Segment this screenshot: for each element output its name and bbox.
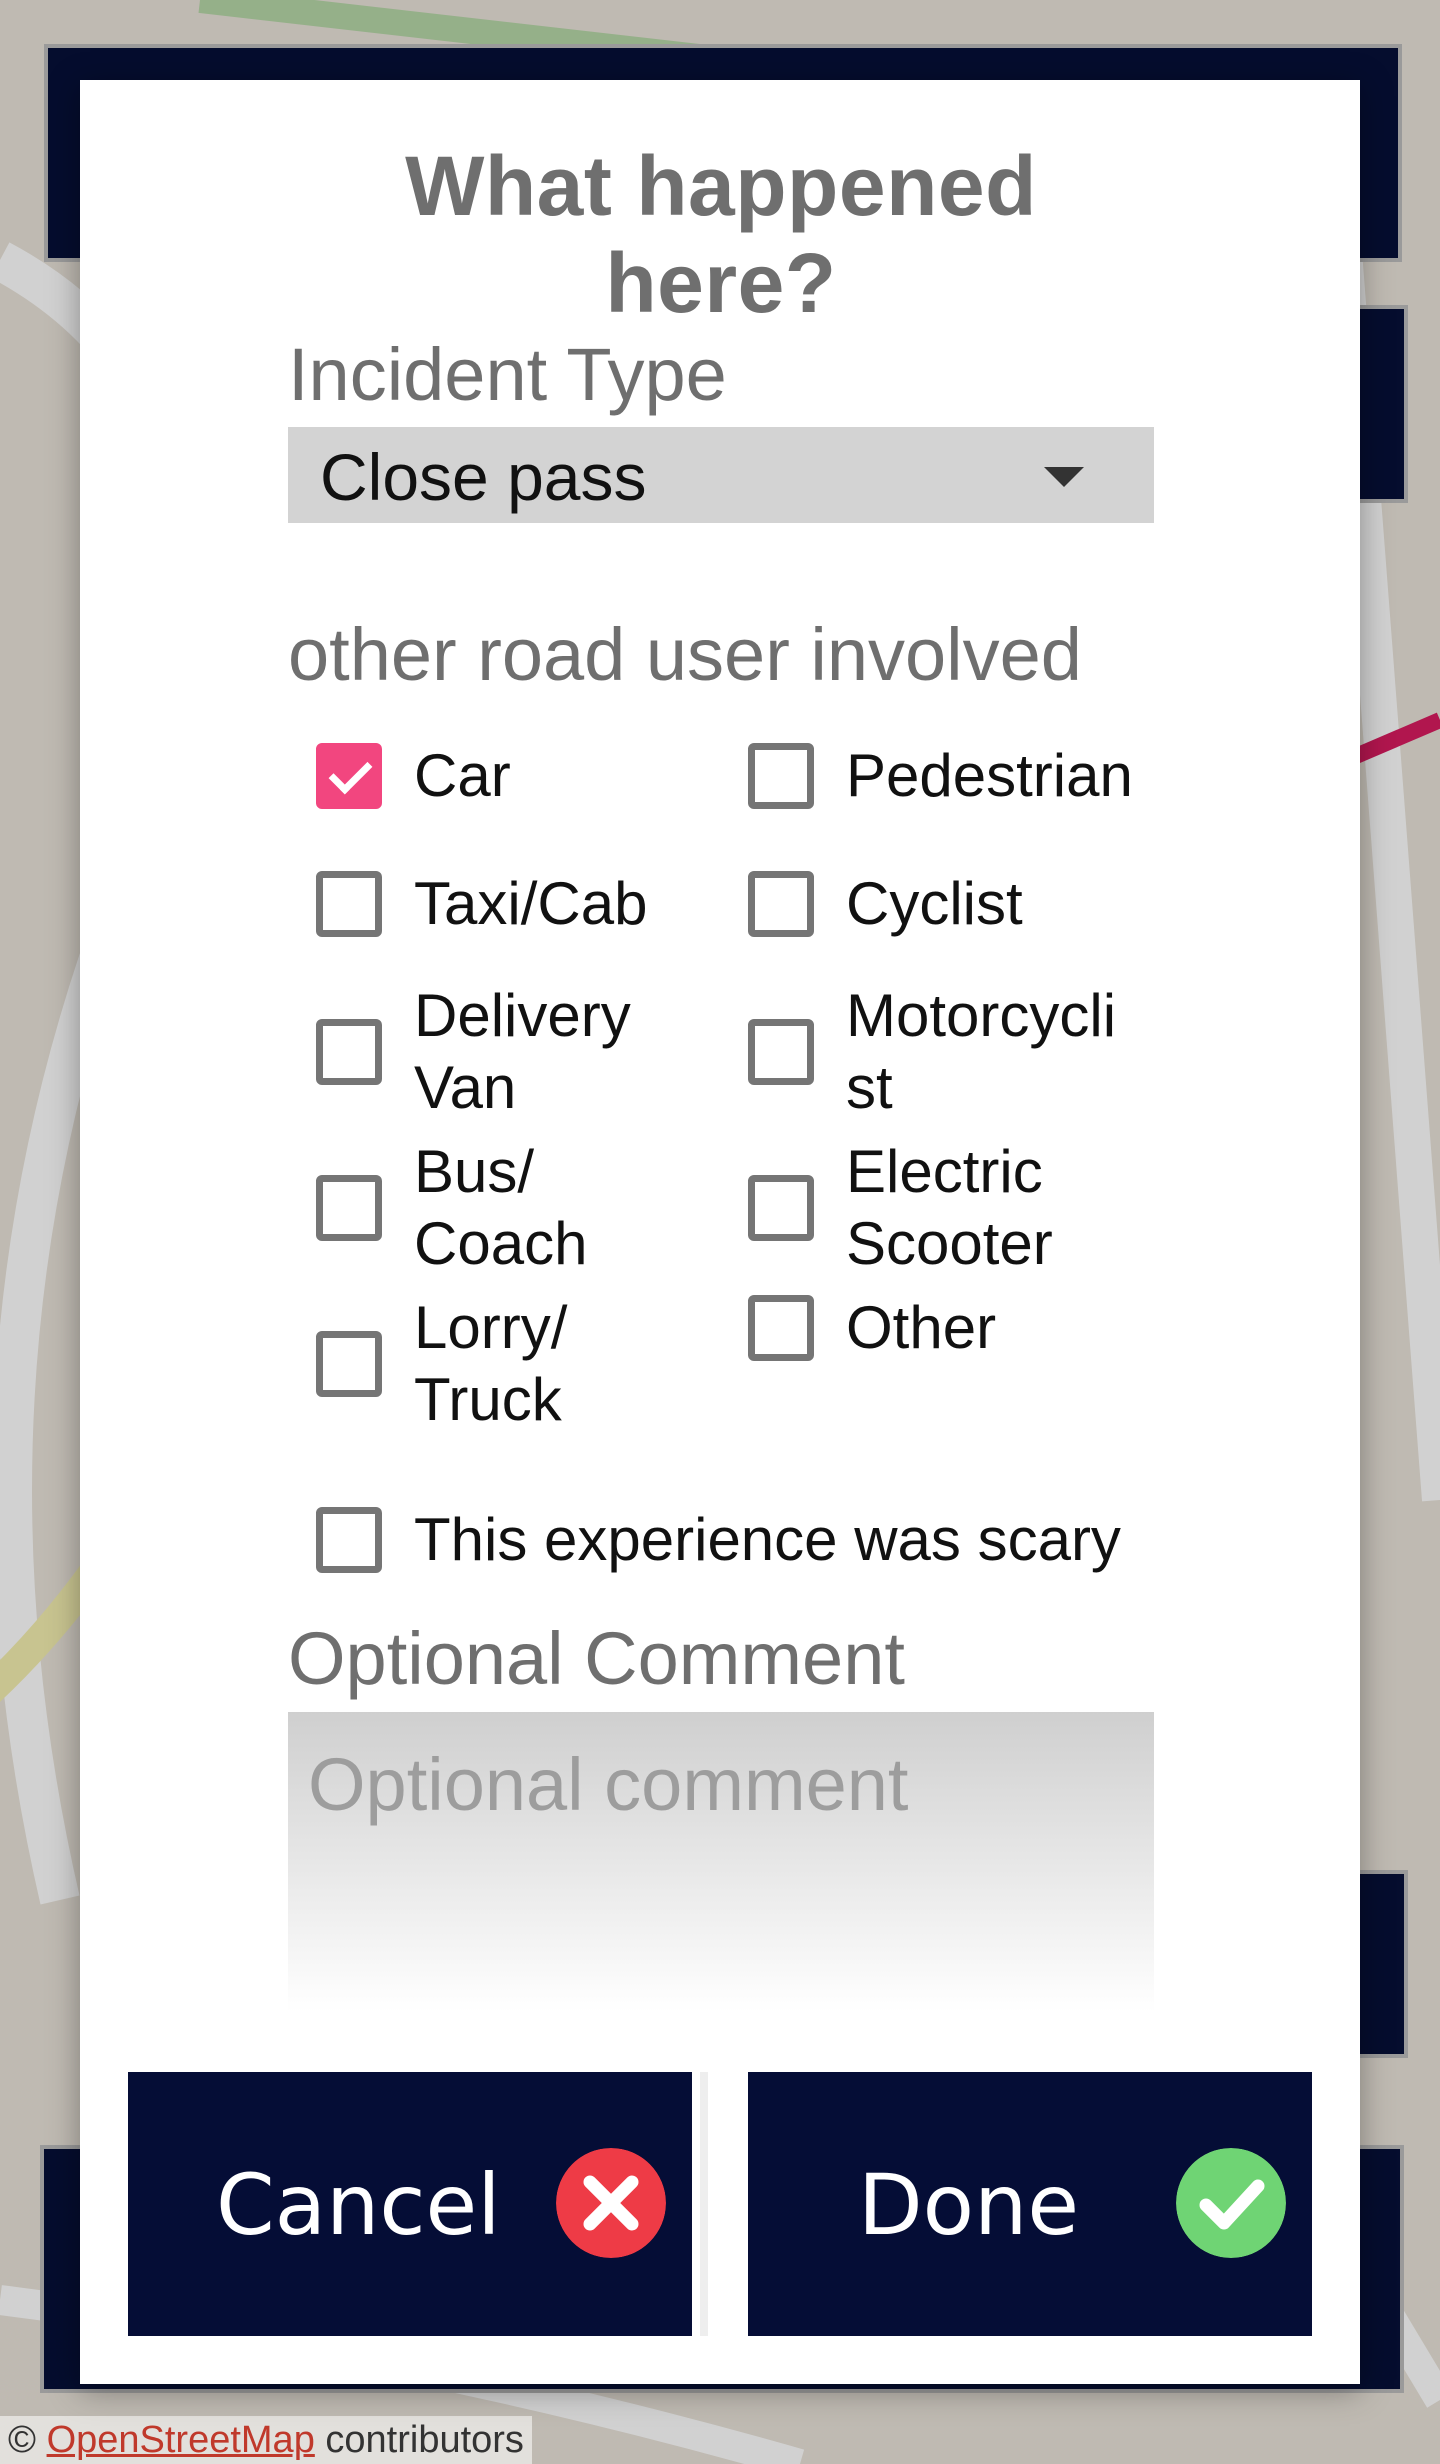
- car-checkbox[interactable]: [316, 743, 382, 809]
- bus-coach-checkbox[interactable]: [316, 1175, 382, 1241]
- delivery-van-label: Delivery Van: [414, 982, 631, 1121]
- lorry-truck-checkbox[interactable]: [316, 1331, 382, 1397]
- option-motorcyclist[interactable]: Motorcycli st: [748, 980, 1116, 1124]
- incident-dialog: What happened here? Incident Type Close …: [80, 80, 1360, 2384]
- option-delivery-van[interactable]: Delivery Van: [316, 980, 631, 1124]
- other-label: Other: [846, 1294, 997, 1361]
- cancel-button[interactable]: Cancel: [128, 2072, 692, 2336]
- scary-checkbox[interactable]: [316, 1507, 382, 1573]
- road-user-label: other road user involved: [288, 613, 1082, 696]
- scary-label: This experience was scary: [414, 1506, 1121, 1573]
- incident-type-value: Close pass: [320, 440, 647, 514]
- option-lorry-truck[interactable]: Lorry/ Truck: [316, 1292, 567, 1436]
- pedestrian-label: Pedestrian: [846, 742, 1133, 809]
- comment-input[interactable]: Optional comment: [288, 1712, 1154, 2012]
- incident-type-select[interactable]: Close pass: [288, 427, 1154, 523]
- car-label: Car: [414, 742, 511, 809]
- bus-coach-label: Bus/ Coach: [414, 1138, 588, 1277]
- done-button[interactable]: Done: [748, 2072, 1312, 2336]
- option-other[interactable]: Other: [748, 1292, 996, 1364]
- option-bus-coach[interactable]: Bus/ Coach: [316, 1136, 587, 1280]
- copyright-symbol: ©: [8, 2419, 36, 2461]
- motorcyclist-checkbox[interactable]: [748, 1019, 814, 1085]
- option-taxi[interactable]: Taxi/Cab: [316, 868, 647, 940]
- taxi-label: Taxi/Cab: [414, 870, 648, 937]
- lorry-truck-label: Lorry/ Truck: [414, 1294, 568, 1433]
- cancel-label: Cancel: [216, 2156, 501, 2254]
- delivery-van-checkbox[interactable]: [316, 1019, 382, 1085]
- button-divider: [700, 2072, 708, 2336]
- done-label: Done: [858, 2156, 1079, 2254]
- dropdown-arrow-icon: [1044, 467, 1084, 487]
- option-cyclist[interactable]: Cyclist: [748, 868, 1023, 940]
- incident-type-label: Incident Type: [288, 333, 727, 416]
- option-car[interactable]: Car: [316, 740, 511, 812]
- checkmark-icon: [1176, 2148, 1286, 2258]
- taxi-checkbox[interactable]: [316, 871, 382, 937]
- electric-scooter-checkbox[interactable]: [748, 1175, 814, 1241]
- map-attribution: © OpenStreetMap contributors: [0, 2416, 532, 2464]
- option-pedestrian[interactable]: Pedestrian: [748, 740, 1133, 812]
- motorcyclist-label: Motorcycli st: [846, 982, 1117, 1121]
- cyclist-label: Cyclist: [846, 870, 1023, 937]
- electric-scooter-label: Electric Scooter: [846, 1138, 1053, 1277]
- option-electric-scooter[interactable]: Electric Scooter: [748, 1136, 1053, 1280]
- cyclist-checkbox[interactable]: [748, 871, 814, 937]
- cancel-icon: [556, 2148, 666, 2258]
- comment-label: Optional Comment: [288, 1617, 905, 1700]
- other-checkbox[interactable]: [748, 1295, 814, 1361]
- option-scary[interactable]: This experience was scary: [316, 1504, 1121, 1576]
- attribution-suffix: contributors: [325, 2419, 524, 2461]
- comment-placeholder: Optional comment: [308, 1743, 909, 1826]
- dialog-title: What happened here?: [405, 139, 1037, 330]
- pedestrian-checkbox[interactable]: [748, 743, 814, 809]
- openstreetmap-link[interactable]: OpenStreetMap: [47, 2419, 315, 2461]
